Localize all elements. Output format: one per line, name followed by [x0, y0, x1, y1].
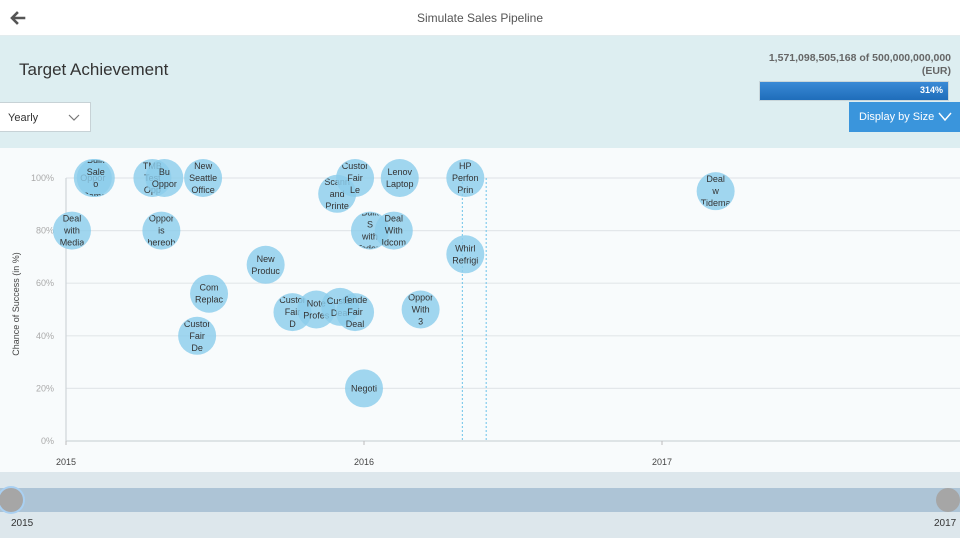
bubble-label: Negoti: [351, 383, 377, 393]
bubble[interactable]: Bu Oppor: [145, 159, 184, 197]
bubble[interactable]: Deal with Media: [52, 211, 91, 250]
bubble[interactable]: New Seattle Office: [184, 159, 223, 197]
period-select[interactable]: Yearly: [0, 102, 91, 132]
app-title: Simulate Sales Pipeline: [416, 11, 544, 25]
bubble-label: w: [711, 186, 719, 196]
bubble-label: New: [194, 161, 213, 171]
x-tick-label: 2016: [354, 457, 374, 467]
bubble-label: Seattle: [189, 173, 217, 183]
bubble-label: Tende: [343, 295, 368, 305]
bubble-label: o: [93, 179, 98, 189]
bubble-label: Laptop: [386, 179, 414, 189]
bubble-chart: 0%20%40%60%80%100%201520162017 OpporBulk…: [11, 155, 960, 467]
bubble[interactable]: DealwTidema: [696, 172, 735, 211]
bubble-label: Deal: [346, 319, 365, 329]
bubble-label: With: [385, 226, 403, 236]
bubble-label: Media: [60, 238, 85, 248]
bubble[interactable]: CustorFairDe: [178, 316, 217, 355]
bubble-circle: [190, 274, 229, 313]
bubble-label: With: [412, 305, 430, 315]
bubble[interactable]: Lenov Laptop: [380, 159, 419, 197]
y-tick-label: 100%: [31, 173, 54, 183]
bubble-label: Prin: [457, 185, 473, 195]
y-tick-label: 0%: [41, 436, 54, 446]
bubble-label: De: [191, 343, 203, 353]
progress-fill: 314%: [760, 82, 948, 100]
bubble-label: Bu: [159, 167, 170, 177]
bubble-label: Fair: [347, 173, 363, 183]
bubble-label: Deal: [706, 174, 725, 184]
bubble-label: Replac: [195, 295, 224, 305]
y-tick-label: 40%: [36, 331, 54, 341]
bubble-label: Deal: [63, 214, 82, 224]
bubble[interactable]: HP Perfon Prin: [446, 159, 485, 197]
display-by-size-button[interactable]: Display by Size: [849, 102, 960, 132]
bubble[interactable]: Oppor With 3: [401, 290, 440, 329]
page-title: Target Achievement: [19, 60, 169, 79]
progress-label: 314%: [919, 85, 943, 95]
target-currency: (EUR): [921, 65, 951, 77]
slider-start-label: 2015: [11, 518, 34, 529]
bubble-circle: [380, 159, 419, 197]
bubble-circle: [246, 245, 285, 284]
slider-handle-start[interactable]: [0, 488, 23, 512]
bubble-label: Camer: [82, 191, 109, 201]
bubble-label: HP: [459, 161, 472, 171]
bubble[interactable]: Deal With Idcom: [374, 211, 413, 250]
bubble-label: Oppor: [152, 179, 177, 189]
x-tick-label: 2017: [652, 457, 672, 467]
bubble[interactable]: New Produc: [246, 245, 285, 284]
time-range-slider: 2015 2017: [0, 472, 960, 538]
bubble-label: Com: [200, 283, 219, 293]
bubble-label: Lenov: [387, 167, 412, 177]
period-select-value: Yearly: [8, 112, 39, 124]
bubble-label: Deal: [385, 214, 404, 224]
bubble-label: Printe: [325, 201, 349, 211]
bubble[interactable]: Tende Fair Deal: [336, 293, 375, 332]
bubble[interactable]: Opporishereoh: [142, 211, 181, 250]
bubble-label: Fair: [347, 307, 363, 317]
bubble[interactable]: Com Replac: [190, 274, 229, 313]
bubble-label: Sale: [87, 167, 105, 177]
header-panel: Target Achievement 1,571,098,505,168 of …: [0, 36, 960, 148]
top-bar: Simulate Sales Pipeline: [0, 0, 960, 36]
bubble[interactable]: Negoti: [345, 369, 383, 408]
bubble-label: is: [158, 226, 165, 236]
slider-track[interactable]: [0, 488, 960, 512]
y-axis-label: Chance of Success (in %): [11, 252, 21, 356]
bubble-label: Oppor: [149, 214, 174, 224]
x-tick-label: 2015: [56, 457, 76, 467]
chevron-down-icon: [68, 114, 80, 121]
display-by-size-label: Display by Size: [859, 111, 935, 123]
target-progress-bar: 314%: [759, 81, 949, 101]
bubble-label: Refrigi: [452, 255, 478, 265]
y-tick-label: 80%: [36, 226, 54, 236]
bubble-label: with: [63, 226, 80, 236]
slider-handle-end[interactable]: [936, 488, 960, 512]
y-tick-label: 60%: [36, 278, 54, 288]
bubble-label: Fair: [189, 331, 205, 341]
bubble-label: New: [257, 254, 276, 264]
bubble-label: Whirl: [455, 243, 476, 253]
target-amount-value: 1,571,098,505,168 of 500,000,000,000: [768, 52, 951, 64]
bubble[interactable]: Whirl Refrigi: [446, 235, 485, 274]
bubble-circle: [446, 235, 485, 274]
slider-end-label: 2017: [934, 518, 957, 529]
chevron-down-icon: [938, 112, 952, 122]
y-tick-label: 20%: [36, 383, 54, 393]
bubble-label: S: [367, 220, 373, 230]
target-amount: 1,571,098,505,168 of 500,000,000,000 (EU…: [769, 52, 951, 78]
bubble-label: Produc: [251, 266, 280, 276]
bubble-label: D: [289, 319, 296, 329]
bubble-label: Idcom: [382, 238, 407, 248]
bubble-label: Oppor: [408, 293, 433, 303]
bubble-label: 3: [418, 317, 423, 327]
bubble-circle: [145, 159, 184, 197]
bubble-label: Perfon: [452, 173, 479, 183]
bubble[interactable]: CustorFairLe: [336, 159, 375, 197]
bubble[interactable]: BulkSaleoCamer: [76, 155, 115, 201]
bubble-label: Office: [191, 185, 214, 195]
bubble-label: Le: [350, 185, 360, 195]
